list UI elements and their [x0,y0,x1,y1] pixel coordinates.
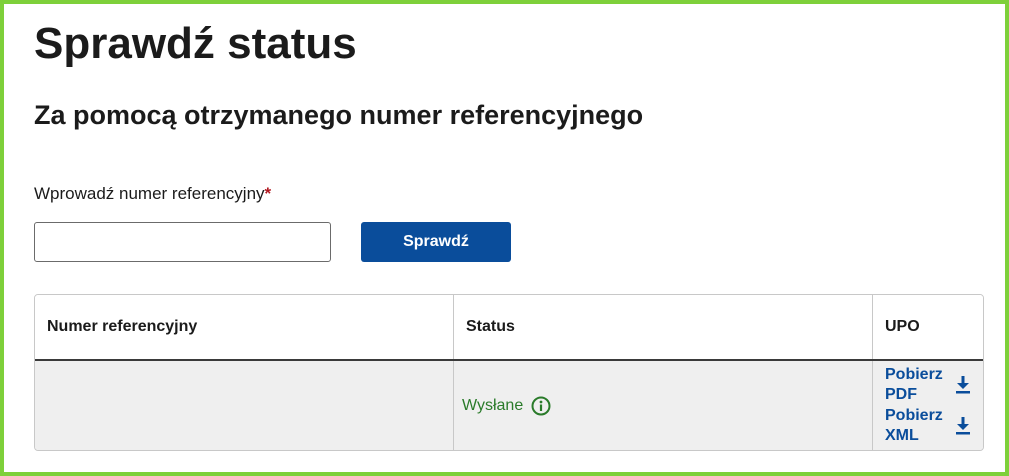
column-header-upo: UPO [872,295,983,361]
status-table: Numer referencyjny Status UPO Wysłane Po… [34,294,984,451]
download-pdf-label: Pobierz PDF [885,366,943,403]
cell-reference-number [35,360,454,450]
download-xml-link[interactable]: Pobierz XML [885,406,971,446]
reference-number-input[interactable] [34,222,331,262]
reference-number-label: Wprowadź numer referencyjny* [34,183,271,205]
column-header-reference-number: Numer referencyjny [35,295,454,361]
cell-status: Wysłane [453,360,873,450]
download-icon [955,417,971,435]
upo-links: Pobierz PDF Pobierz XML [885,365,971,446]
page-title: Sprawdź status [34,19,357,68]
table-header-row: Numer referencyjny Status UPO [35,295,983,361]
download-icon [955,376,971,394]
status-text: Wysłane [462,396,524,414]
table-row: Wysłane Pobierz PDF Pobierz XML [35,360,983,450]
column-header-status: Status [453,295,873,361]
cell-upo: Pobierz PDF Pobierz XML [872,360,983,450]
check-button[interactable]: Sprawdź [361,222,511,262]
info-icon[interactable] [531,396,551,416]
download-xml-label: Pobierz XML [885,407,943,444]
reference-number-label-text: Wprowadź numer referencyjny [34,184,265,203]
section-subtitle: Za pomocą otrzymanego numer referencyjne… [34,100,644,130]
status-indicator: Wysłane [462,396,551,416]
download-pdf-link[interactable]: Pobierz PDF [885,365,971,405]
page-frame: Sprawdź status Za pomocą otrzymanego num… [0,0,1009,476]
required-mark: * [264,184,272,203]
